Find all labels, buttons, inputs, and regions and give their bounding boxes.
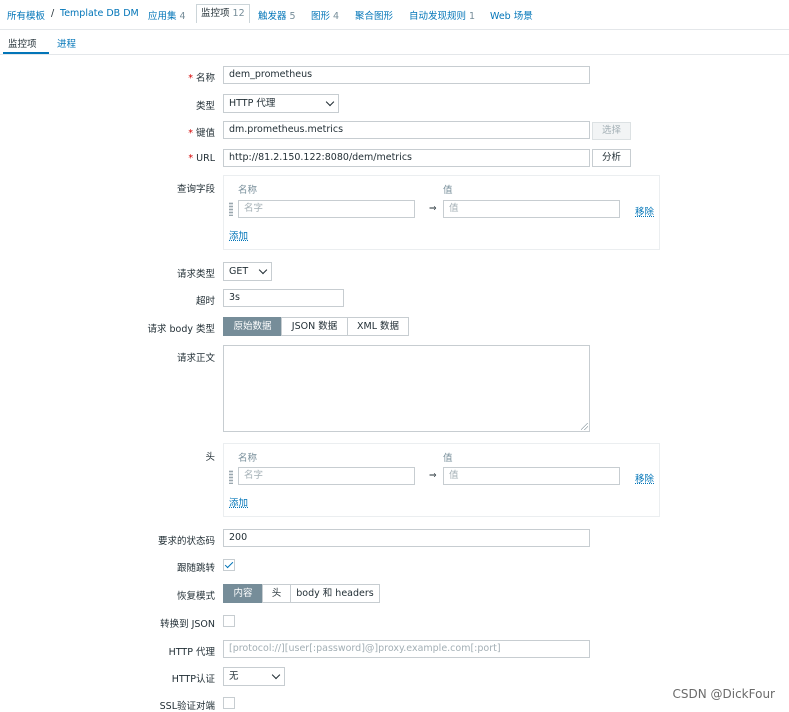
query-remove-link[interactable]: 移除 <box>635 204 654 218</box>
required-marker: * <box>188 73 193 84</box>
breadcrumb-discovery[interactable]: 自动发现规则 1 <box>409 8 475 22</box>
request-body-textarea[interactable] <box>223 345 590 432</box>
name-label: * 名称 <box>188 70 215 84</box>
breadcrumb-graphs[interactable]: 图形 4 <box>311 8 339 22</box>
headers-label: 头 <box>205 452 215 463</box>
headers-add-link[interactable]: 添加 <box>229 495 248 509</box>
headers-panel: 名称 值 名字 ⇒ 值 移除 添加 <box>223 443 660 517</box>
follow-redirects-label: 跟随跳转 <box>176 563 215 574</box>
query-name-input[interactable]: 名字 <box>238 200 415 218</box>
timeout-field[interactable]: 3s <box>223 289 344 307</box>
type-select-value: HTTP 代理 <box>229 98 276 109</box>
breadcrumb-template[interactable]: Template DB DM <box>60 8 139 19</box>
apps-label: 应用集 <box>148 11 177 22</box>
http-auth-select[interactable]: 无 <box>223 667 285 686</box>
request-type-label: 请求类型 <box>176 269 215 280</box>
query-fields-panel: 名称 值 名字 ⇒ 值 移除 添加 <box>223 175 660 250</box>
type-select[interactable]: HTTP 代理 <box>223 94 339 113</box>
header-value-input[interactable]: 值 <box>443 467 620 485</box>
body-type-xml[interactable]: XML 数据 <box>347 317 409 336</box>
key-label-text: 键值 <box>195 128 215 139</box>
items-count: 12 <box>232 8 245 19</box>
discovery-count: 1 <box>469 11 476 22</box>
arrow-right-icon: ⇒ <box>429 204 437 214</box>
retrieve-mode-headers[interactable]: 头 <box>262 584 291 603</box>
body-type-json[interactable]: JSON 数据 <box>281 317 348 336</box>
retrieve-mode-body[interactable]: 内容 <box>223 584 263 603</box>
key-select-button[interactable]: 选择 <box>592 122 631 140</box>
http-auth-label: HTTP认证 <box>171 674 215 685</box>
required-marker: * <box>188 153 194 164</box>
url-label: * URL <box>188 153 215 164</box>
watermark: CSDN @DickFour <box>672 687 775 701</box>
apps-count: 4 <box>179 11 186 22</box>
breadcrumb-aggregate[interactable]: 聚合图形 <box>355 8 393 22</box>
url-parse-button[interactable]: 分析 <box>592 149 631 167</box>
chevron-down-icon <box>271 670 281 680</box>
headers-col-name: 名称 <box>238 453 258 464</box>
name-field[interactable]: dem_prometheus <box>223 66 590 84</box>
http-auth-value: 无 <box>229 671 239 682</box>
item-tabs: 监控项 进程 <box>0 30 789 55</box>
query-add-link[interactable]: 添加 <box>229 228 248 242</box>
retrieve-mode-both[interactable]: body 和 headers <box>290 584 380 603</box>
ssl-verify-peer-label: SSL验证对端 <box>159 701 215 712</box>
name-label-text: 名称 <box>195 73 215 84</box>
items-label: 监控项 <box>201 8 230 19</box>
resize-handle-icon[interactable] <box>581 423 588 430</box>
query-col-name: 名称 <box>238 185 258 196</box>
graphs-label: 图形 <box>311 11 331 22</box>
tab-item[interactable]: 监控项 <box>8 36 37 50</box>
http-proxy-label: HTTP 代理 <box>168 647 215 658</box>
convert-json-checkbox[interactable] <box>223 615 235 627</box>
ssl-verify-peer-checkbox[interactable] <box>223 697 235 709</box>
breadcrumb-triggers[interactable]: 触发器 5 <box>258 8 296 22</box>
key-label: * 键值 <box>188 125 215 139</box>
tab-process[interactable]: 进程 <box>57 36 76 50</box>
chevron-down-icon <box>325 97 335 107</box>
retrieve-mode-label: 恢复模式 <box>176 591 215 602</box>
query-fields-label: 查询字段 <box>176 184 215 195</box>
http-proxy-field[interactable]: [protocol://][user[:password]@]proxy.exa… <box>223 640 590 658</box>
drag-handle-icon[interactable] <box>229 470 233 484</box>
request-type-select[interactable]: GET <box>223 262 272 281</box>
chevron-down-icon <box>258 265 268 275</box>
checkmark-icon <box>224 559 234 569</box>
graphs-count: 4 <box>333 11 340 22</box>
convert-json-label: 转换到 JSON <box>160 619 215 630</box>
timeout-label: 超时 <box>195 296 215 307</box>
status-codes-label: 要求的状态码 <box>157 536 215 547</box>
discovery-label: 自动发现规则 <box>409 11 467 22</box>
breadcrumb-separator: / <box>51 8 55 19</box>
url-label-text: URL <box>196 153 215 164</box>
triggers-label: 触发器 <box>258 11 287 22</box>
headers-col-value: 值 <box>443 453 453 464</box>
body-type-label: 请求 body 类型 <box>147 324 215 335</box>
active-tab-indicator <box>3 52 49 54</box>
body-type-raw[interactable]: 原始数据 <box>223 317 282 336</box>
type-label: 类型 <box>195 101 215 112</box>
arrow-right-icon: ⇒ <box>429 471 437 481</box>
breadcrumb-web[interactable]: Web 场景 <box>490 8 533 22</box>
request-type-value: GET <box>229 266 249 277</box>
follow-redirects-checkbox[interactable] <box>223 559 235 571</box>
request-body-label: 请求正文 <box>176 353 215 364</box>
breadcrumb-all-templates[interactable]: 所有模板 <box>7 8 45 22</box>
drag-handle-icon[interactable] <box>229 202 233 216</box>
required-marker: * <box>188 128 193 139</box>
headers-remove-link[interactable]: 移除 <box>635 471 654 485</box>
breadcrumb-bar: 所有模板 / Template DB DM 应用集 4 监控项 12 触发器 5… <box>0 0 789 30</box>
breadcrumb-items[interactable]: 监控项 12 <box>196 4 250 23</box>
header-name-input[interactable]: 名字 <box>238 467 415 485</box>
url-field[interactable]: http://81.2.150.122:8080/dem/metrics <box>223 149 590 167</box>
status-codes-field[interactable]: 200 <box>223 529 590 547</box>
query-col-value: 值 <box>443 185 453 196</box>
key-field[interactable]: dm.prometheus.metrics <box>223 121 590 139</box>
triggers-count: 5 <box>289 11 296 22</box>
query-value-input[interactable]: 值 <box>443 200 620 218</box>
breadcrumb-apps[interactable]: 应用集 4 <box>148 8 186 22</box>
